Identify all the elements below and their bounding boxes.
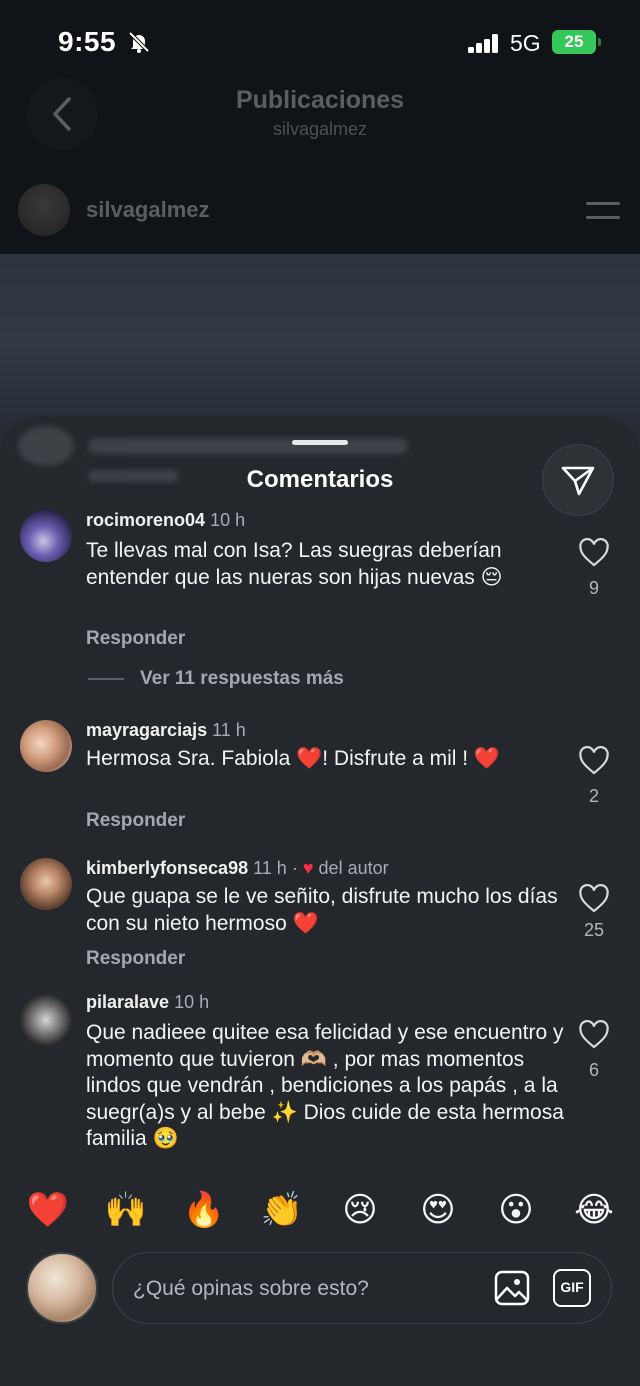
gif-button[interactable]: GIF <box>553 1269 591 1307</box>
comment-time: 10 h <box>174 992 210 1012</box>
comment-text: Te llevas mal con Isa? Las suegras deber… <box>86 539 503 589</box>
reaction-raised-hands[interactable]: 🙌 <box>102 1186 150 1234</box>
comment-username[interactable]: mayragarciajs <box>86 720 207 740</box>
view-more-replies-button[interactable]: Ver 11 respuestas más <box>88 668 344 690</box>
drag-handle[interactable] <box>292 440 348 445</box>
page-subtitle: silvagalmez <box>272 119 368 139</box>
battery-level: 25 <box>564 32 584 51</box>
comment-composer: GIF <box>112 1252 612 1324</box>
comment-time: 11 h <box>212 720 246 740</box>
comment-header: mayragarciajs 11 h <box>86 720 246 741</box>
comment-text: Que guapa se le ve señito, disfrute much… <box>86 885 558 935</box>
quick-reactions-bar: ❤️ 🙌 🔥 👏 😢 😍 😮 😂 <box>0 1182 640 1238</box>
comment-header: rocimoreno04 10 h <box>86 510 245 531</box>
like-count: 25 <box>583 920 605 940</box>
comment-username[interactable]: rocimoreno04 <box>86 510 205 530</box>
view-more-replies-label: Ver 11 respuestas más <box>140 668 344 689</box>
avatar[interactable] <box>20 858 72 910</box>
divider-line <box>88 678 124 680</box>
comments-list[interactable]: rocimoreno04 10 h Te llevas mal con Isa?… <box>0 500 640 1168</box>
comment-text: Hermosa Sra. Fabiola ❤️! Disfrute a mil … <box>86 747 501 770</box>
comment-username[interactable]: pilaralave <box>86 992 169 1012</box>
comment-time: 10 h <box>210 510 246 530</box>
reply-button[interactable]: Responder <box>86 810 185 832</box>
battery-icon: 25 <box>552 30 601 54</box>
bell-off-icon <box>128 31 150 53</box>
reply-button[interactable]: Responder <box>86 628 185 650</box>
reaction-heart[interactable]: ❤️ <box>24 1186 72 1234</box>
avatar <box>26 1252 98 1324</box>
gallery-icon[interactable] <box>493 1269 531 1307</box>
reaction-laughing[interactable]: 😂 <box>570 1186 618 1234</box>
signal-icon <box>468 33 500 53</box>
send-icon <box>561 466 595 496</box>
author-liked-label: del autor <box>318 858 389 878</box>
reply-button[interactable]: Responder <box>86 948 185 970</box>
reaction-surprised[interactable]: 😮 <box>492 1186 540 1234</box>
author-liked-heart-icon: ♥ <box>302 858 314 878</box>
like-count: 2 <box>588 786 599 806</box>
reaction-heart-eyes[interactable]: 😍 <box>414 1186 462 1234</box>
reaction-crying[interactable]: 😢 <box>336 1186 384 1234</box>
reaction-fire[interactable]: 🔥 <box>180 1186 228 1234</box>
page-title: Publicaciones <box>235 86 405 114</box>
heart-outline-icon[interactable] <box>578 746 610 776</box>
avatar[interactable] <box>20 510 72 562</box>
status-bar: 9:55 5G 25 <box>0 0 640 84</box>
network-label: 5G <box>510 30 541 56</box>
comment-username[interactable]: kimberlyfonseca98 <box>86 858 248 878</box>
menu-icon[interactable] <box>586 202 620 230</box>
comment-text: Que nadieee quitee esa felicidad y ese e… <box>86 1021 564 1150</box>
heart-outline-icon[interactable] <box>578 538 610 568</box>
post-author-name[interactable]: silvagalmez <box>86 197 210 223</box>
comment-time: 11 h <box>253 858 287 878</box>
post-author-avatar[interactable] <box>18 184 70 236</box>
status-time: 9:55 <box>58 26 117 57</box>
comment-header: kimberlyfonseca98 11 h · ♥ del autor <box>86 858 389 878</box>
avatar[interactable] <box>20 994 72 1046</box>
comment-input[interactable] <box>133 1273 473 1305</box>
heart-outline-icon[interactable] <box>578 1020 610 1050</box>
avatar[interactable] <box>20 720 72 772</box>
reaction-clap[interactable]: 👏 <box>258 1186 306 1234</box>
like-count: 6 <box>588 1060 599 1080</box>
like-count: 9 <box>588 578 599 598</box>
heart-outline-icon[interactable] <box>578 884 610 914</box>
comment-header: pilaralave 10 h <box>86 992 209 1013</box>
